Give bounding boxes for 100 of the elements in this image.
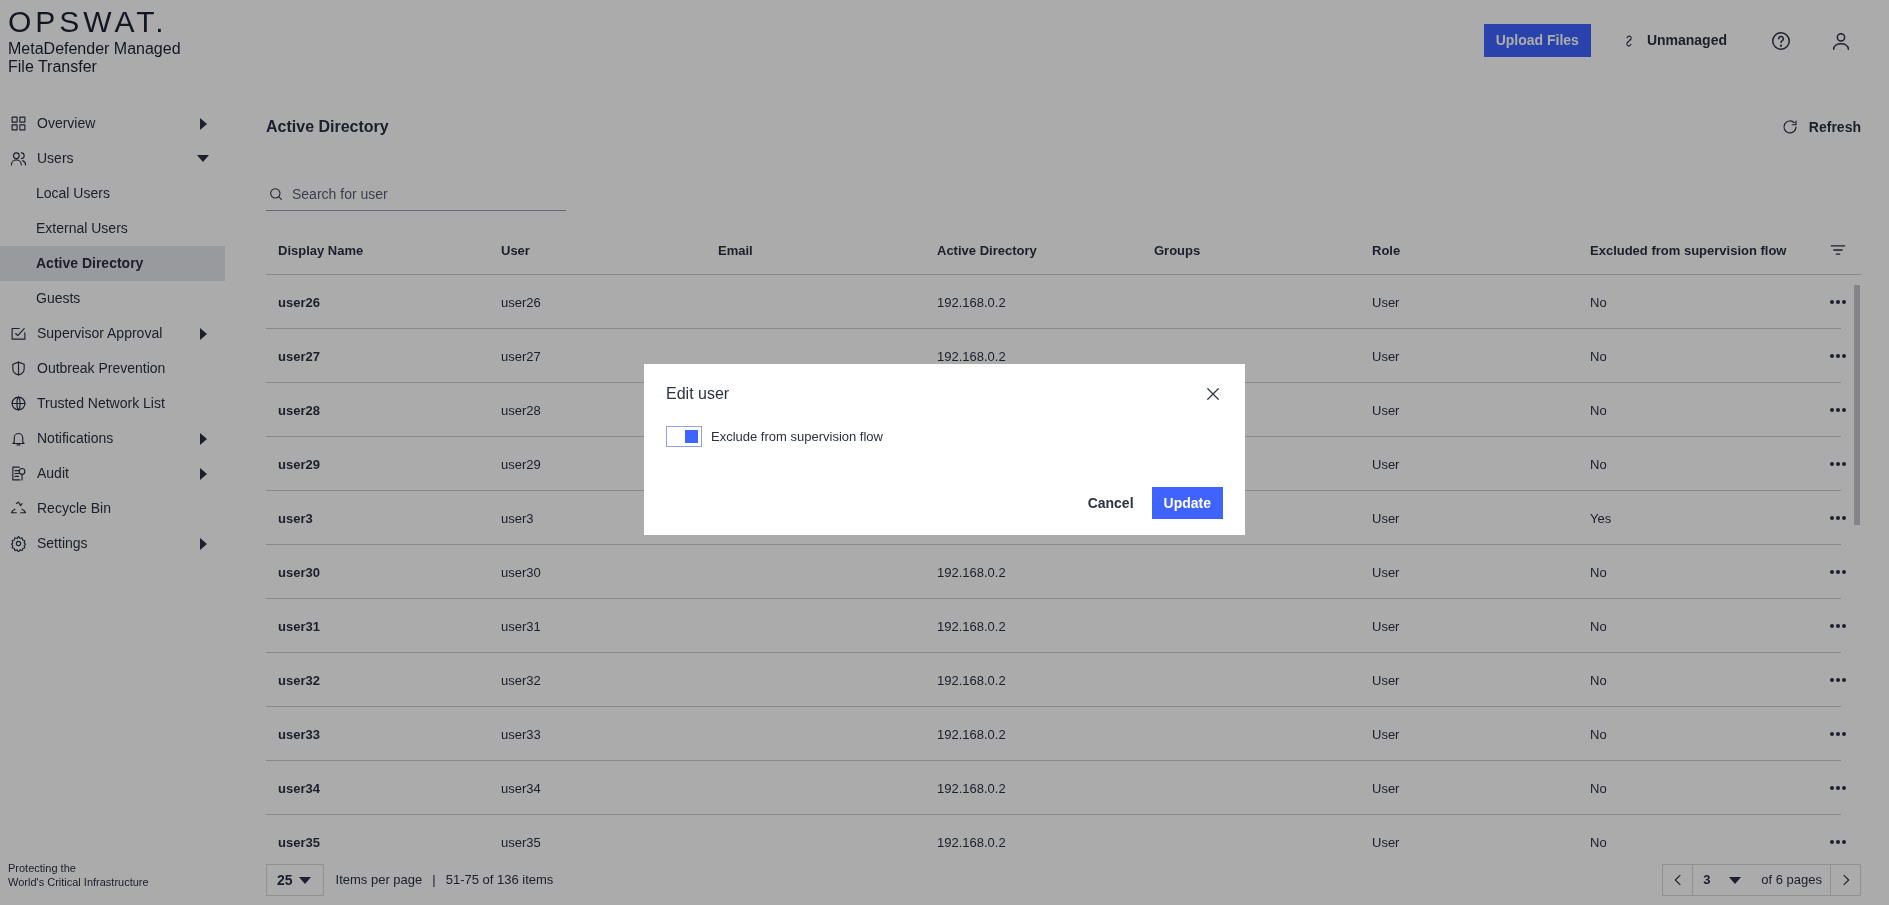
cancel-button[interactable]: Cancel <box>1081 487 1140 519</box>
table-cell: user32 <box>278 672 320 688</box>
caret-right-icon <box>200 467 207 480</box>
column-header[interactable]: Display Name <box>278 242 364 258</box>
column-header[interactable]: Groups <box>1154 242 1201 258</box>
sidebar-item[interactable]: Recycle Bin <box>0 491 225 526</box>
sidebar-subitem[interactable]: External Users <box>0 211 225 246</box>
table-cell: user34 <box>278 780 320 796</box>
table-cell: user33 <box>278 726 320 742</box>
table-cell: No <box>1590 726 1607 742</box>
sidebar-item[interactable]: Users <box>0 141 225 176</box>
table-cell: user35 <box>501 834 541 850</box>
more-icon <box>1830 461 1846 466</box>
users-icon <box>10 150 27 167</box>
table-cell: user30 <box>278 564 320 580</box>
table-cell: user27 <box>278 348 320 364</box>
table-cell: User <box>1372 510 1400 526</box>
table-cell: 192.168.0.2 <box>937 294 1006 310</box>
more-icon <box>1830 839 1846 844</box>
table-cell: user31 <box>278 618 320 634</box>
sidebar-item[interactable]: Audit <box>0 456 225 491</box>
page-size-select[interactable]: 25 <box>266 864 324 896</box>
table-cell: User <box>1372 402 1400 418</box>
column-header[interactable]: Excluded from supervision flow <box>1590 242 1787 258</box>
table-cell: user28 <box>278 402 320 418</box>
product-name: MetaDefender Managed File Transfer <box>8 40 182 76</box>
table-cell: User <box>1372 672 1400 688</box>
items-per-page-label: Items per page <box>335 871 423 890</box>
table-cell: No <box>1590 402 1607 418</box>
sidebar-item[interactable]: Outbreak Prevention <box>0 351 225 386</box>
sidebar-item[interactable]: Notifications <box>0 421 225 456</box>
table-cell: user31 <box>501 618 541 634</box>
sidebar-subitem[interactable]: Active Directory <box>0 246 225 281</box>
more-icon <box>1830 299 1846 304</box>
help-icon <box>1770 29 1792 52</box>
sidebar-subitem[interactable]: Guests <box>0 281 225 316</box>
table-cell: user29 <box>501 456 541 472</box>
table-cell: No <box>1590 618 1607 634</box>
table-cell: user34 <box>501 780 541 796</box>
table-cell: user32 <box>501 672 541 688</box>
column-header[interactable]: Role <box>1372 242 1401 258</box>
exclude-toggle[interactable] <box>666 426 702 447</box>
sidebar-item[interactable]: Supervisor Approval <box>0 316 225 351</box>
table-cell: user28 <box>501 402 541 418</box>
table-cell: No <box>1590 780 1607 796</box>
table-cell: 192.168.0.2 <box>937 348 1006 364</box>
caret-right-icon <box>200 537 207 550</box>
more-icon <box>1830 623 1846 628</box>
table-cell: user26 <box>501 294 541 310</box>
table-cell: No <box>1590 456 1607 472</box>
table-cell: No <box>1590 672 1607 688</box>
checklist-icon <box>10 325 27 342</box>
column-header[interactable]: Email <box>718 242 753 258</box>
sidebar-item[interactable]: Overview <box>0 106 225 141</box>
grid-icon <box>10 115 27 132</box>
more-icon <box>1830 569 1846 574</box>
table-cell: User <box>1372 834 1400 850</box>
table-cell: User <box>1372 294 1400 310</box>
column-header[interactable]: Active Directory <box>937 242 1037 258</box>
page-title: Active Directory <box>266 117 389 137</box>
bell-icon <box>10 430 27 447</box>
document-icon <box>10 465 27 482</box>
table-cell: User <box>1372 726 1400 742</box>
sidebar-item[interactable]: Settings <box>0 526 225 561</box>
more-icon <box>1830 515 1846 520</box>
upload-files-button[interactable]: Upload Files <box>1483 24 1591 57</box>
refresh-button[interactable]: Refresh <box>1780 116 1861 138</box>
more-icon <box>1830 731 1846 736</box>
table-cell: user30 <box>501 564 541 580</box>
table-cell: User <box>1372 780 1400 796</box>
table-cell: User <box>1372 564 1400 580</box>
column-header[interactable]: User <box>501 242 530 258</box>
table-cell: 192.168.0.2 <box>937 726 1006 742</box>
tagline-text: World's Critical Infrastructure <box>8 875 150 889</box>
table-cell: 192.168.0.2 <box>937 834 1006 850</box>
table-cell: No <box>1590 348 1607 364</box>
table-cell: user26 <box>278 294 320 310</box>
table-cell: 192.168.0.2 <box>937 564 1006 580</box>
sidebar-subitem[interactable]: Local Users <box>0 176 225 211</box>
more-icon <box>1830 785 1846 790</box>
caret-right-icon <box>200 327 207 340</box>
table-cell: Yes <box>1590 510 1612 526</box>
caret-right-icon <box>200 432 207 445</box>
items-range-text: 51-75 of 136 items <box>445 871 554 890</box>
table-cell: user33 <box>501 726 541 742</box>
more-icon <box>1830 407 1846 412</box>
dialog-title: Edit user <box>666 384 730 404</box>
table-cell: User <box>1372 618 1400 634</box>
close-icon <box>1204 385 1222 403</box>
table-cell: No <box>1590 294 1607 310</box>
caret-right-icon <box>200 117 207 130</box>
table-cell: user35 <box>278 834 320 850</box>
update-button[interactable]: Update <box>1151 487 1223 519</box>
refresh-icon <box>1780 118 1799 136</box>
table-cell: 192.168.0.2 <box>937 618 1006 634</box>
search-field[interactable]: Search for user <box>292 181 566 206</box>
table-cell: 192.168.0.2 <box>937 780 1006 796</box>
sidebar-item[interactable]: Trusted Network List <box>0 386 225 421</box>
caret-down-icon <box>298 876 311 884</box>
unmanaged-button[interactable]: Unmanaged <box>1620 24 1727 57</box>
